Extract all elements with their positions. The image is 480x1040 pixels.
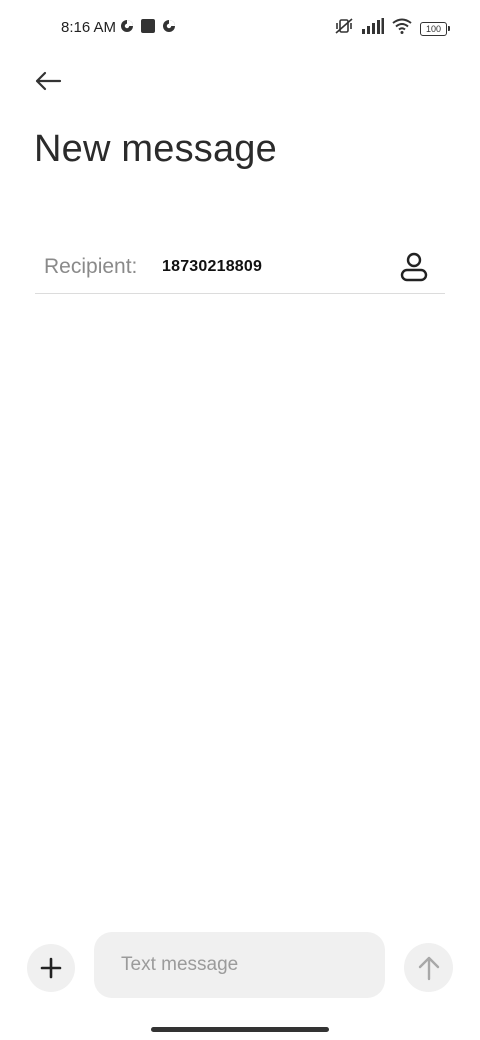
compose-bar xyxy=(0,930,480,1002)
send-button[interactable] xyxy=(404,943,453,992)
home-indicator[interactable] xyxy=(151,1027,329,1032)
status-left-icons xyxy=(120,19,176,38)
plus-icon xyxy=(40,957,62,979)
battery-level: 100 xyxy=(425,23,442,34)
wifi-icon xyxy=(392,18,412,39)
arrow-left-icon xyxy=(35,71,62,91)
square-notification-icon xyxy=(141,19,155,38)
status-bar: 8:16 AM 100 xyxy=(0,0,480,56)
back-button[interactable] xyxy=(30,64,66,98)
status-time: 8:16 AM xyxy=(61,19,117,36)
recipient-row[interactable]: Recipient: 18730218809 xyxy=(35,244,445,294)
contact-picker-button[interactable] xyxy=(397,250,431,284)
arrow-up-icon xyxy=(418,956,439,980)
data-saver-icon xyxy=(162,19,176,38)
vibrate-off-icon xyxy=(334,17,354,40)
message-input[interactable] xyxy=(94,932,385,998)
page-title: New message xyxy=(34,128,277,170)
signal-icon xyxy=(362,18,384,39)
data-saver-icon xyxy=(120,19,134,38)
recipient-label: Recipient: xyxy=(44,255,138,278)
person-icon xyxy=(400,252,428,282)
attach-button[interactable] xyxy=(27,944,75,992)
recipient-input[interactable]: 18730218809 xyxy=(162,258,262,276)
status-right-icons: 100 xyxy=(334,17,450,40)
battery-icon: 100 xyxy=(420,21,450,36)
